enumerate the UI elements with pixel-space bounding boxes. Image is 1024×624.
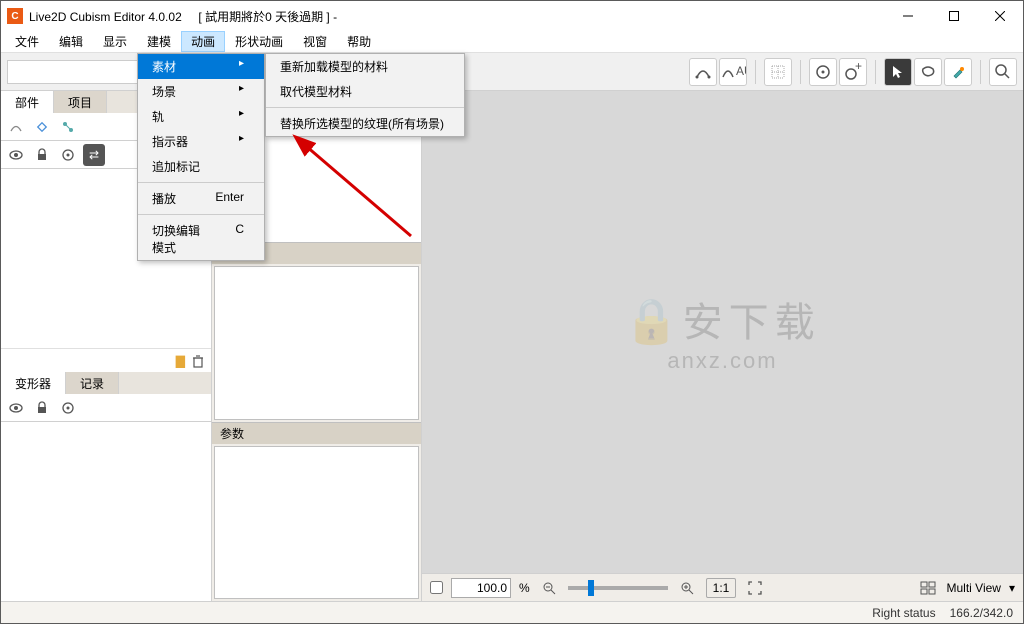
canvas-checkbox[interactable] [430, 581, 443, 594]
eye-icon-2[interactable] [5, 397, 27, 419]
folder-icon[interactable]: ▇ [176, 354, 185, 368]
close-button[interactable] [977, 1, 1023, 31]
watermark: 🔒 安下载 anxz.com [624, 290, 820, 374]
menu-add-marker[interactable]: 追加标记 [138, 154, 264, 179]
inspector-body[interactable] [214, 266, 419, 419]
zoom-slider[interactable] [568, 586, 668, 590]
zoom-tool[interactable] [989, 58, 1017, 86]
parts-footer: ▇ [1, 348, 211, 372]
fit-screen-icon[interactable] [744, 577, 766, 599]
maximize-button[interactable] [931, 1, 977, 31]
menu-play[interactable]: 播放Enter [138, 186, 264, 211]
curve-icon[interactable] [5, 116, 27, 138]
statusbar: Right status 166.2/342.0 [1, 601, 1023, 623]
diamond-icon[interactable] [31, 116, 53, 138]
menu-replace-selected-texture[interactable]: 替换所选模型的纹理(所有场景) [266, 111, 464, 136]
watermark-text-2: anxz.com [667, 348, 777, 373]
zoom-out-icon[interactable] [538, 577, 560, 599]
lock-icon[interactable] [31, 144, 53, 166]
swap-icon[interactable]: ⇄ [83, 144, 105, 166]
multiview-icon [917, 577, 939, 599]
menu-display[interactable]: 显示 [93, 31, 137, 52]
app-name: Live2D Cubism Editor 4.0.02 [29, 10, 182, 24]
canvas-column: 🔒 安下载 anxz.com % 1:1 Multi View ▾ [421, 91, 1023, 601]
rotate-tool[interactable] [809, 58, 837, 86]
status-coords: 166.2/342.0 [950, 606, 1013, 620]
target-icon-2[interactable] [57, 397, 79, 419]
menu-toggle-edit-mode[interactable]: 切换编辑模式C [138, 218, 264, 260]
zoom-in-icon[interactable] [676, 577, 698, 599]
canvas-footer: % 1:1 Multi View ▾ [422, 573, 1023, 601]
menu-shape-anim[interactable]: 形状动画 [225, 31, 293, 52]
menu-track[interactable]: 轨 [138, 104, 264, 129]
app-icon: C [7, 8, 23, 24]
window-controls [885, 1, 1023, 31]
svg-text:+: + [855, 63, 862, 73]
zoom-unit: % [519, 581, 530, 595]
menu-material[interactable]: 素材 [138, 54, 264, 79]
menubar: 文件 编辑 显示 建模 动画 形状动画 视窗 帮助 [1, 31, 1023, 53]
menu-scene[interactable]: 场景 [138, 79, 264, 104]
titlebar: C Live2D Cubism Editor 4.0.02 [ 試用期將於0 天… [1, 1, 1023, 31]
target-icon[interactable] [57, 144, 79, 166]
tab-parts[interactable]: 部件 [1, 91, 54, 113]
menu-indicator[interactable]: 指示器 [138, 129, 264, 154]
menu-modeling[interactable]: 建模 [137, 31, 181, 52]
material-submenu: 重新加载模型的材料 取代模型材料 替换所选模型的纹理(所有场景) [265, 53, 465, 137]
lock-icon-2[interactable] [31, 397, 53, 419]
minimize-button[interactable] [885, 1, 931, 31]
rotate-add-tool[interactable]: + [839, 58, 867, 86]
multiview-chevron[interactable]: ▾ [1009, 581, 1015, 595]
deformer-panel-tabs: 变形器 记录 [1, 372, 211, 394]
menu-help[interactable]: 帮助 [337, 31, 381, 52]
menu-replace-model-material[interactable]: 取代模型材料 [266, 79, 464, 104]
menu-window[interactable]: 视窗 [293, 31, 337, 52]
params-body[interactable] [214, 446, 419, 599]
params-header: 参数 [212, 422, 421, 444]
status-right-label: Right status [872, 606, 935, 620]
zoom-input[interactable] [451, 578, 511, 598]
watermark-text-1: 安下载 [683, 301, 821, 345]
tab-record[interactable]: 记录 [66, 372, 119, 394]
ratio-button[interactable]: 1:1 [706, 578, 737, 598]
svg-text:AUTO: AUTO [736, 64, 746, 78]
curve-tool-1[interactable] [689, 58, 717, 86]
trial-notice: [ 試用期將於0 天後過期 ] - [198, 10, 337, 24]
arrow-tool[interactable] [884, 58, 912, 86]
multiview-label[interactable]: Multi View [947, 581, 1001, 595]
tab-project[interactable]: 项目 [54, 91, 107, 113]
menu-file[interactable]: 文件 [5, 31, 49, 52]
menu-edit[interactable]: 编辑 [49, 31, 93, 52]
curve-auto-tool[interactable]: AUTO [719, 58, 747, 86]
tab-deformer[interactable]: 变形器 [1, 372, 66, 394]
menu-reload-model-material[interactable]: 重新加载模型的材料 [266, 54, 464, 79]
trash-icon[interactable] [191, 354, 205, 368]
window-title: Live2D Cubism Editor 4.0.02 [ 試用期將於0 天後過… [29, 8, 885, 25]
canvas-viewport[interactable]: 🔒 安下载 anxz.com [422, 91, 1023, 573]
brush-tool[interactable] [944, 58, 972, 86]
menu-animation[interactable]: 动画 [181, 31, 225, 52]
deformer-toolbar [1, 394, 211, 422]
deformer-list[interactable] [1, 422, 211, 601]
lock-watermark-icon: 🔒 [624, 295, 679, 347]
grid-tool[interactable] [764, 58, 792, 86]
animation-menu-dropdown: 素材 场景 轨 指示器 追加标记 播放Enter 切换编辑模式C [137, 53, 265, 261]
node-icon[interactable] [57, 116, 79, 138]
eye-icon[interactable] [5, 144, 27, 166]
lasso-tool[interactable] [914, 58, 942, 86]
